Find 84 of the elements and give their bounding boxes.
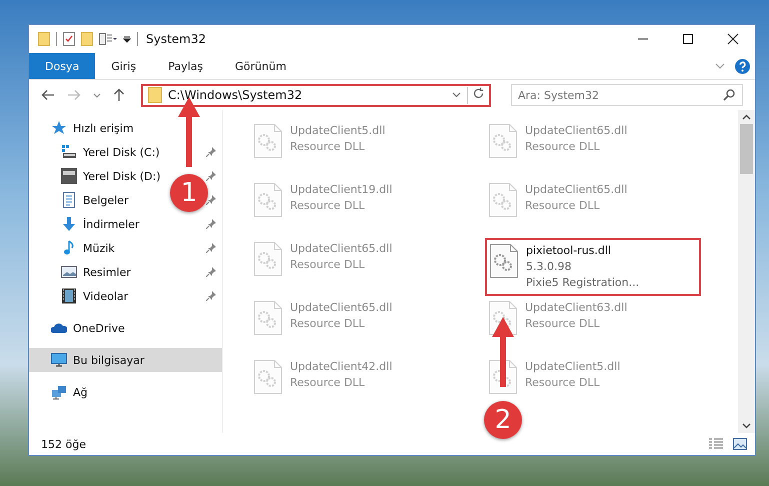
file-detail: 5.3.0.98 [526, 260, 572, 273]
chevron-down-icon[interactable] [452, 92, 461, 98]
ribbon-tab[interactable]: Dosya [29, 53, 96, 79]
file-detail: Resource DLL [525, 199, 601, 212]
file-name: UpdateClient63.dll [525, 301, 628, 314]
ribbon-tab[interactable]: Görünüm [219, 53, 302, 79]
star-icon [51, 120, 67, 136]
properties-icon[interactable] [99, 33, 117, 45]
file-detail: Resource DLL [525, 376, 601, 389]
large-icons-view-icon[interactable] [733, 438, 747, 450]
sidebar-item[interactable]: OneDrive [29, 316, 222, 340]
back-arrow-icon[interactable] [41, 89, 55, 101]
file-name: UpdateClient5.dll [525, 360, 620, 373]
pin-icon[interactable] [206, 243, 216, 253]
address-bar[interactable]: C:\Windows\System32 [141, 84, 491, 106]
gear-file-icon [489, 360, 517, 394]
maximize-icon [682, 33, 694, 45]
sidebar-item[interactable]: Videolar [61, 288, 128, 304]
file-detail: Resource DLL [290, 317, 366, 330]
customize-toolbar-icon[interactable] [123, 35, 131, 43]
picture-icon [61, 264, 77, 280]
ribbon-tab[interactable]: Giriş [95, 53, 152, 79]
gear-file-icon [490, 244, 518, 278]
pin-icon[interactable] [206, 267, 216, 277]
gear-file-icon [254, 183, 282, 217]
file-name: pixietool-rus.dll [526, 244, 612, 257]
document-icon [61, 192, 77, 208]
gear-file-icon [254, 124, 282, 158]
scrollbar[interactable] [738, 110, 755, 433]
gear-file-icon [489, 183, 517, 217]
details-view-icon[interactable] [708, 438, 724, 450]
sidebar-item[interactable]: Müzik [61, 240, 115, 256]
pin-icon[interactable] [206, 291, 216, 301]
file-item[interactable]: pixietool-rus.dll 5.3.0.98 Pixie5 Registration... [485, 238, 701, 296]
window-title: System32 [146, 32, 206, 46]
file-detail: Resource DLL [290, 376, 366, 389]
chevron-up-icon[interactable] [742, 114, 751, 120]
close-icon [726, 33, 738, 45]
monitor-icon [51, 352, 67, 368]
pin-icon[interactable] [206, 195, 216, 205]
item-count: 152 öğe [41, 438, 86, 450]
file-name: UpdateClient19.dll [290, 183, 392, 196]
down-arrow-icon [61, 216, 77, 232]
gear-file-icon [254, 360, 282, 394]
gear-file-icon [254, 242, 282, 276]
file-name: UpdateClient65.dll [290, 301, 392, 314]
search-field[interactable]: Ara: System32 [511, 84, 743, 106]
file-name: UpdateClient5.dll [290, 124, 386, 137]
ribbon-tab[interactable]: Paylaş [152, 53, 219, 79]
file-name: UpdateClient65.dll [290, 242, 392, 255]
pin-icon[interactable] [206, 219, 216, 229]
file-name: UpdateClient65.dll [525, 124, 628, 137]
scrollbar-thumb[interactable] [740, 124, 753, 174]
file-detail: Resource DLL [290, 140, 366, 153]
file-detail: Pixie5 Registration... [526, 276, 640, 289]
sidebar-item[interactable]: İndirmeler [61, 216, 140, 232]
file-detail: Resource DLL [525, 317, 601, 330]
file-name: UpdateClient65.dll [525, 183, 628, 196]
file-detail: Resource DLL [290, 199, 366, 212]
chevron-down-icon[interactable] [742, 423, 751, 429]
sidebar-item[interactable]: Bu bilgisayar [29, 348, 222, 372]
network-icon [51, 384, 67, 400]
help-icon[interactable] [735, 58, 750, 74]
search-icon [723, 89, 735, 101]
sidebar-item[interactable]: Ağ [29, 380, 222, 404]
sidebar-item[interactable]: Hızlı erişim [29, 116, 222, 140]
file-name: UpdateClient42.dll [290, 360, 392, 373]
gear-file-icon [489, 124, 517, 158]
file-detail: Resource DLL [290, 258, 366, 271]
gear-file-icon [254, 301, 282, 335]
sidebar-item[interactable]: Yerel Disk (C:) [61, 144, 160, 160]
drive-icon [61, 168, 77, 184]
film-icon [61, 288, 77, 304]
pin-icon[interactable] [206, 147, 216, 157]
folder-icon [148, 87, 162, 103]
file-detail: Resource DLL [525, 140, 601, 153]
checklist-icon[interactable] [63, 32, 75, 46]
sidebar-item[interactable]: Resimler [61, 264, 131, 280]
pin-icon[interactable] [206, 171, 216, 181]
sidebar-item[interactable]: Yerel Disk (D:) [61, 168, 161, 184]
up-arrow-icon[interactable] [113, 88, 125, 102]
drive-icon [61, 144, 77, 160]
sidebar-item[interactable]: Belgeler [61, 192, 128, 208]
address-path: C:\Windows\System32 [168, 88, 304, 102]
